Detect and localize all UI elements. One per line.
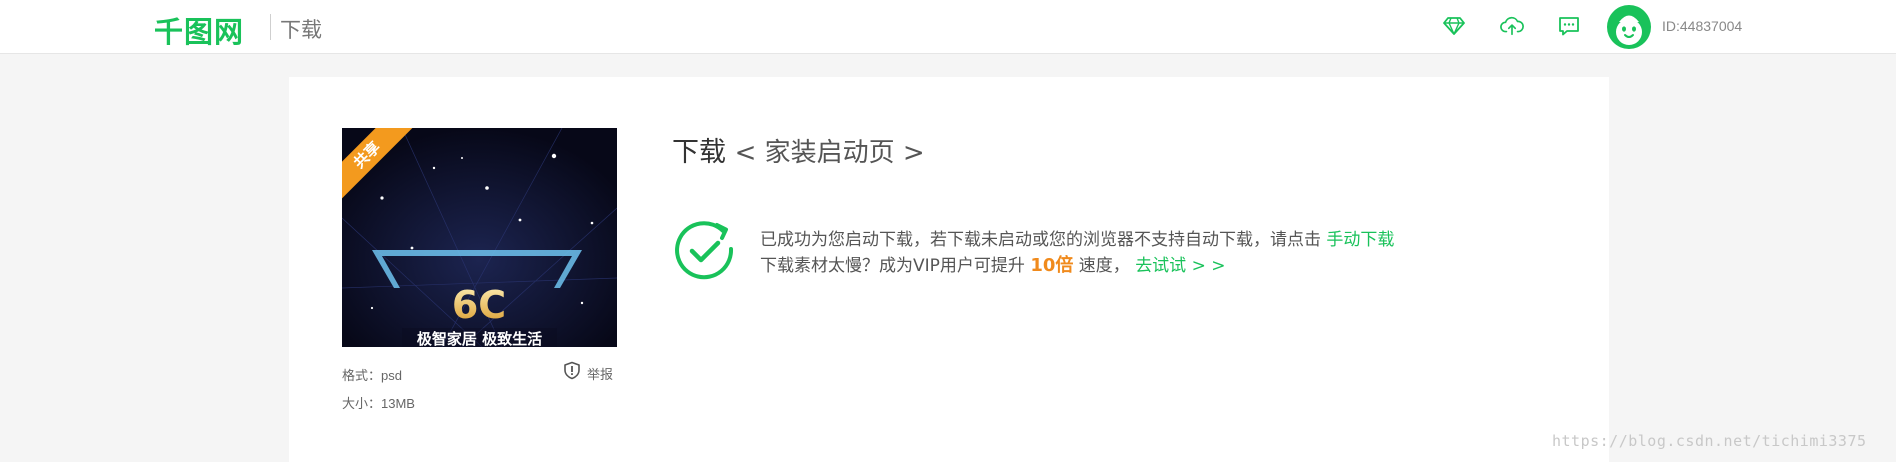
title-material-name: < 家装启动页 > [734, 138, 925, 168]
report-label: 举报 [587, 366, 614, 382]
page-title: 下载 < 家装启动页 > [672, 130, 925, 169]
message-line-2: 下载素材太慢？成为VIP用户可提升 10倍 速度， 去试试 > > [760, 253, 1394, 279]
page-tag: 下载 [280, 19, 322, 42]
svg-text:6C: 6C [452, 283, 506, 327]
logo-divider [270, 14, 271, 40]
site-logo[interactable]: 千图网 [154, 9, 244, 51]
try-vip-link[interactable]: 去试试 > > [1135, 256, 1225, 276]
shield-alert-icon [563, 361, 581, 385]
message-icon[interactable] [1557, 14, 1581, 38]
user-id: ID:44837004 [1662, 18, 1743, 34]
diamond-icon[interactable] [1442, 14, 1466, 38]
material-preview-image[interactable]: 6C 6C 极智家居 极致生活 共享 [342, 128, 617, 347]
message-line-1: 已成功为您启动下载，若下载未启动或您的浏览器不支持自动下载，请点击 手动下载 [760, 228, 1394, 253]
top-navigation-bar: 千图网 下载 ID:44837004 [0, 0, 1896, 54]
cloud-upload-icon[interactable] [1500, 14, 1524, 38]
avatar[interactable] [1607, 5, 1651, 49]
preview-slogan: 极智家居 极致生活 [416, 330, 543, 347]
manual-download-link[interactable]: 手动下载 [1326, 230, 1394, 250]
success-check-icon [673, 218, 737, 282]
title-main: 下载 [672, 137, 726, 168]
download-message: 已成功为您启动下载，若下载未启动或您的浏览器不支持自动下载，请点击 手动下载 下… [760, 228, 1394, 279]
speed-text: 速度， [1078, 256, 1130, 276]
speed-multiplier: 10倍 [1030, 255, 1074, 276]
watermark: https://blog.csdn.net/tichimi3375 [1552, 432, 1867, 450]
report-button[interactable]: 举报 [563, 361, 614, 385]
size-label: 大小：13MB [342, 396, 415, 411]
download-card: 6C 6C 极智家居 极致生活 共享 格式：psd 大小：13MB 举报 下载 … [289, 77, 1609, 462]
format-label: 格式：psd [342, 368, 402, 383]
vip-prompt-text: 下载素材太慢？成为VIP用户可提升 [760, 256, 1025, 276]
success-text: 已成功为您启动下载，若下载未启动或您的浏览器不支持自动下载，请点击 [760, 230, 1321, 250]
